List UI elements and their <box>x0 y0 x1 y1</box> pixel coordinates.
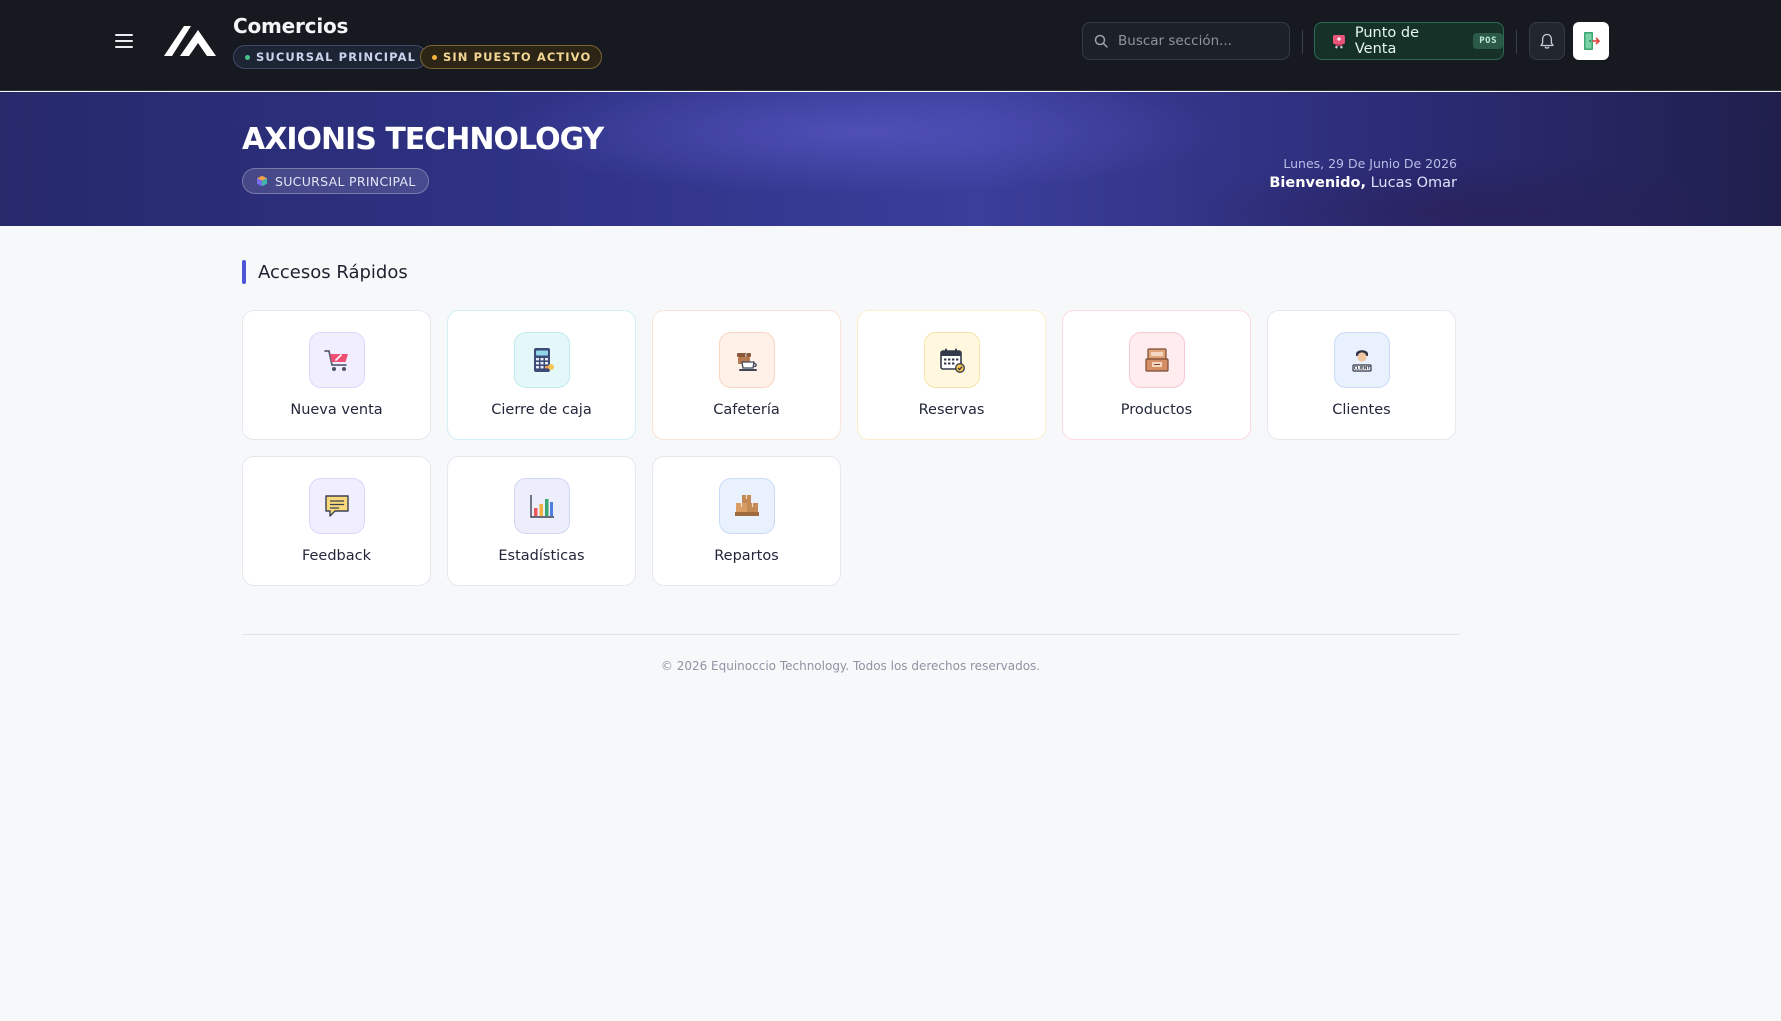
exit-door-icon <box>1584 32 1600 50</box>
logout-button[interactable] <box>1573 22 1609 60</box>
tile-label: Cierre de caja <box>491 402 592 418</box>
delivery-boxes-icon <box>719 478 775 534</box>
tile-label: Estadísticas <box>498 548 585 564</box>
bell-icon <box>1540 33 1554 49</box>
tile-label: Cafetería <box>713 402 780 418</box>
status-dot-icon <box>432 54 437 60</box>
current-date: Lunes, 29 De Junio De 2026 <box>1283 156 1457 171</box>
svg-text:CLIENT: CLIENT <box>1354 366 1371 371</box>
pos-badge: POS <box>1473 33 1503 49</box>
hero-banner: AXIONIS TECHNOLOGY SUCURSAL PRINCIPAL Lu… <box>0 92 1781 226</box>
notifications-button[interactable] <box>1529 22 1565 60</box>
tile-clientes[interactable]: CLIENT Clientes <box>1267 310 1456 440</box>
tile-cierre-de-caja[interactable]: Cierre de caja <box>447 310 636 440</box>
app-title: Comercios <box>233 14 349 38</box>
tile-reservas[interactable]: Reservas <box>857 310 1046 440</box>
feedback-chat-icon <box>309 478 365 534</box>
welcome-message: Bienvenido, Lucas Omar <box>1269 175 1457 191</box>
post-status-label: SIN PUESTO ACTIVO <box>443 50 592 64</box>
tile-label: Nueva venta <box>290 402 383 418</box>
company-name: AXIONIS TECHNOLOGY <box>242 122 604 157</box>
quick-access-title: Accesos Rápidos <box>258 261 408 283</box>
top-bar: Comercios SUCURSAL PRINCIPAL SIN PUESTO … <box>0 0 1781 91</box>
tile-label: Repartos <box>714 548 779 564</box>
tile-label: Productos <box>1120 402 1193 418</box>
search-box[interactable] <box>1082 22 1290 60</box>
branch-status-badge: SUCURSAL PRINCIPAL <box>233 45 428 69</box>
tile-estadisticas[interactable]: Estadísticas <box>447 456 636 586</box>
welcome-prefix: Bienvenido, <box>1269 175 1366 191</box>
pos-cart-icon <box>1332 35 1345 49</box>
coffee-cup-icon <box>719 332 775 388</box>
status-dot-icon <box>245 54 250 60</box>
tile-label: Reservas <box>918 402 985 418</box>
cube-icon <box>257 175 267 187</box>
bar-chart-icon <box>514 478 570 534</box>
search-icon <box>1094 34 1108 48</box>
divider <box>1302 30 1303 54</box>
quick-access-heading: Accesos Rápidos <box>242 260 408 284</box>
user-name: Lucas Omar <box>1370 175 1457 191</box>
branch-badge: SUCURSAL PRINCIPAL <box>242 168 429 194</box>
brand-logo-icon <box>164 26 216 56</box>
tile-productos[interactable]: Productos <box>1062 310 1251 440</box>
client-icon: CLIENT <box>1334 332 1390 388</box>
calculator-icon <box>514 332 570 388</box>
search-input[interactable] <box>1118 33 1278 49</box>
tile-label: Feedback <box>301 548 372 564</box>
tile-label: Clientes <box>1332 402 1391 418</box>
accent-bar <box>242 260 246 284</box>
pos-button[interactable]: Punto de Venta POS <box>1314 22 1504 60</box>
pos-button-label: Punto de Venta <box>1354 25 1420 57</box>
branch-badge-label: SUCURSAL PRINCIPAL <box>275 173 416 189</box>
shopping-cart-icon <box>309 332 365 388</box>
hamburger-menu-icon[interactable] <box>112 29 138 51</box>
footer-divider <box>242 634 1459 635</box>
post-status-badge: SIN PUESTO ACTIVO <box>420 45 603 69</box>
tile-cafeteria[interactable]: Cafetería <box>652 310 841 440</box>
tile-repartos[interactable]: Repartos <box>652 456 841 586</box>
calendar-icon <box>924 332 980 388</box>
footer-copyright: © 2026 Equinoccio Technology. Todos los … <box>660 659 1041 673</box>
tile-nueva-venta[interactable]: Nueva venta <box>242 310 431 440</box>
tile-feedback[interactable]: Feedback <box>242 456 431 586</box>
branch-status-label: SUCURSAL PRINCIPAL <box>256 50 417 64</box>
divider <box>1516 30 1517 54</box>
product-box-icon <box>1129 332 1185 388</box>
